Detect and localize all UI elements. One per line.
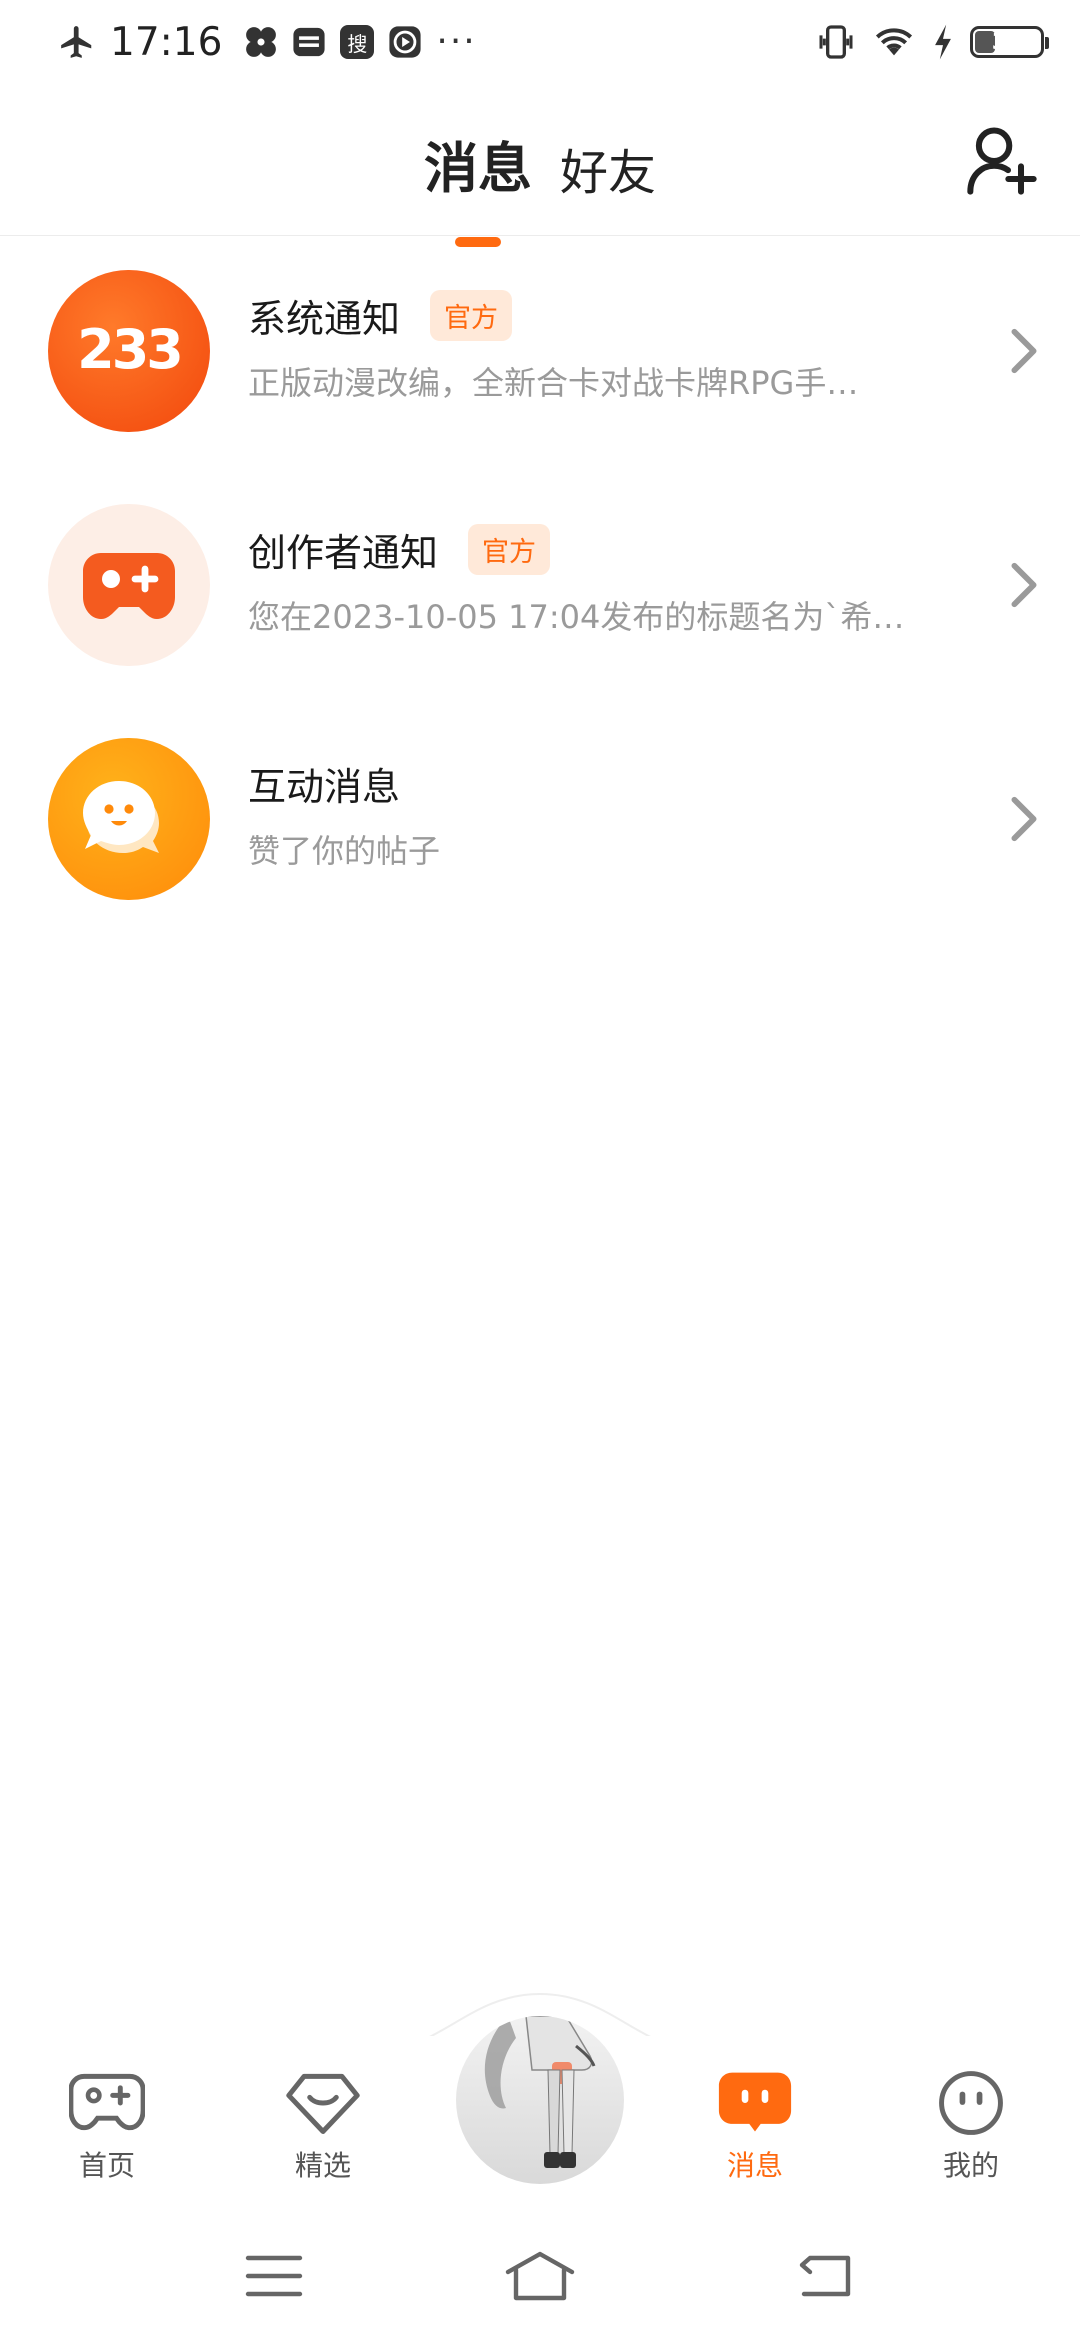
nav-home-label: 首页 — [78, 2149, 135, 2182]
charging-icon — [935, 24, 951, 60]
nav-featured-label: 精选 — [294, 2149, 351, 2182]
search-app-icon: 搜 — [340, 25, 375, 59]
item-preview: 赞了你的帖子 — [248, 832, 441, 870]
gamepad-icon — [83, 553, 175, 619]
nav-profile[interactable]: 我的 — [896, 2068, 1046, 2184]
chat-smile-icon — [83, 781, 159, 853]
nav-profile-label: 我的 — [942, 2149, 999, 2182]
status-bar: 17:16 搜 ··· 31 — [0, 0, 1080, 84]
system-navigation-bar — [0, 2214, 1080, 2340]
item-preview: 正版动漫改编，全新合卡对战卡牌RPG手… — [248, 364, 859, 402]
item-title: 互动消息 — [248, 765, 401, 809]
add-friend-icon[interactable] — [964, 122, 1040, 198]
nav-messages-label: 消息 — [726, 2149, 783, 2182]
face-icon — [939, 2071, 1003, 2135]
list-item-system-notice[interactable]: 233 系统通知 官方 正版动漫改编，全新合卡对战卡牌RPG手… — [0, 236, 1080, 470]
wifi-icon — [875, 28, 913, 56]
list-item-creator-notice[interactable]: 创作者通知 官方 您在2023-10-05 17:04发布的标题名为`希… — [0, 470, 1080, 704]
nav-home[interactable]: 首页 — [32, 2068, 182, 2184]
message-icon — [718, 2072, 792, 2132]
back-icon[interactable] — [794, 2250, 854, 2302]
center-character-avatar[interactable] — [456, 2016, 624, 2184]
avatar-233-logo: 233 — [48, 270, 210, 432]
notes-app-icon — [293, 27, 325, 57]
pinwheel-app-icon — [246, 27, 277, 57]
233-logo-text: 233 — [77, 318, 181, 381]
battery-percent: 31 — [991, 29, 1023, 55]
233-logo-icon: 233 — [77, 318, 184, 381]
chevron-right-icon — [1011, 562, 1037, 608]
character-illustration — [484, 2016, 596, 2168]
home-icon[interactable] — [504, 2250, 576, 2302]
airplane-mode-icon — [61, 26, 92, 58]
tab-friends-label: 好友 — [559, 145, 656, 201]
tab-bar: 消息 好友 — [0, 124, 1080, 247]
item-title: 系统通知 — [248, 297, 401, 341]
gamepad-icon — [69, 2073, 145, 2131]
chevron-right-icon — [1011, 796, 1037, 842]
message-list: 233 系统通知 官方 正版动漫改编，全新合卡对战卡牌RPG手… 创作者通知 官… — [0, 236, 1080, 938]
nav-featured[interactable]: 精选 — [248, 2068, 398, 2184]
battery-indicator: 31 — [970, 26, 1049, 58]
list-item-interactions[interactable]: 互动消息 赞了你的帖子 — [0, 704, 1080, 938]
play-app-icon — [389, 26, 421, 58]
avatar-interactions — [48, 738, 210, 900]
status-time: 17:16 — [110, 19, 223, 65]
avatar-creator — [48, 504, 210, 666]
official-badge: 官方 — [430, 290, 513, 341]
item-title: 创作者通知 — [248, 531, 439, 575]
diamond-smile-icon — [286, 2073, 360, 2134]
item-preview: 您在2023-10-05 17:04发布的标题名为`希… — [248, 598, 905, 636]
chevron-right-icon — [1011, 328, 1037, 374]
tab-messages[interactable]: 消息 — [423, 124, 532, 247]
vibrate-icon — [819, 25, 853, 59]
official-badge: 官方 — [468, 524, 551, 575]
header: 消息 好友 — [0, 84, 1080, 247]
tab-messages-label: 消息 — [423, 137, 532, 200]
menu-icon[interactable] — [244, 2250, 304, 2302]
tab-friends[interactable]: 好友 — [560, 133, 656, 203]
more-notifications-icon: ··· — [436, 21, 477, 62]
nav-messages[interactable]: 消息 — [680, 2068, 830, 2184]
